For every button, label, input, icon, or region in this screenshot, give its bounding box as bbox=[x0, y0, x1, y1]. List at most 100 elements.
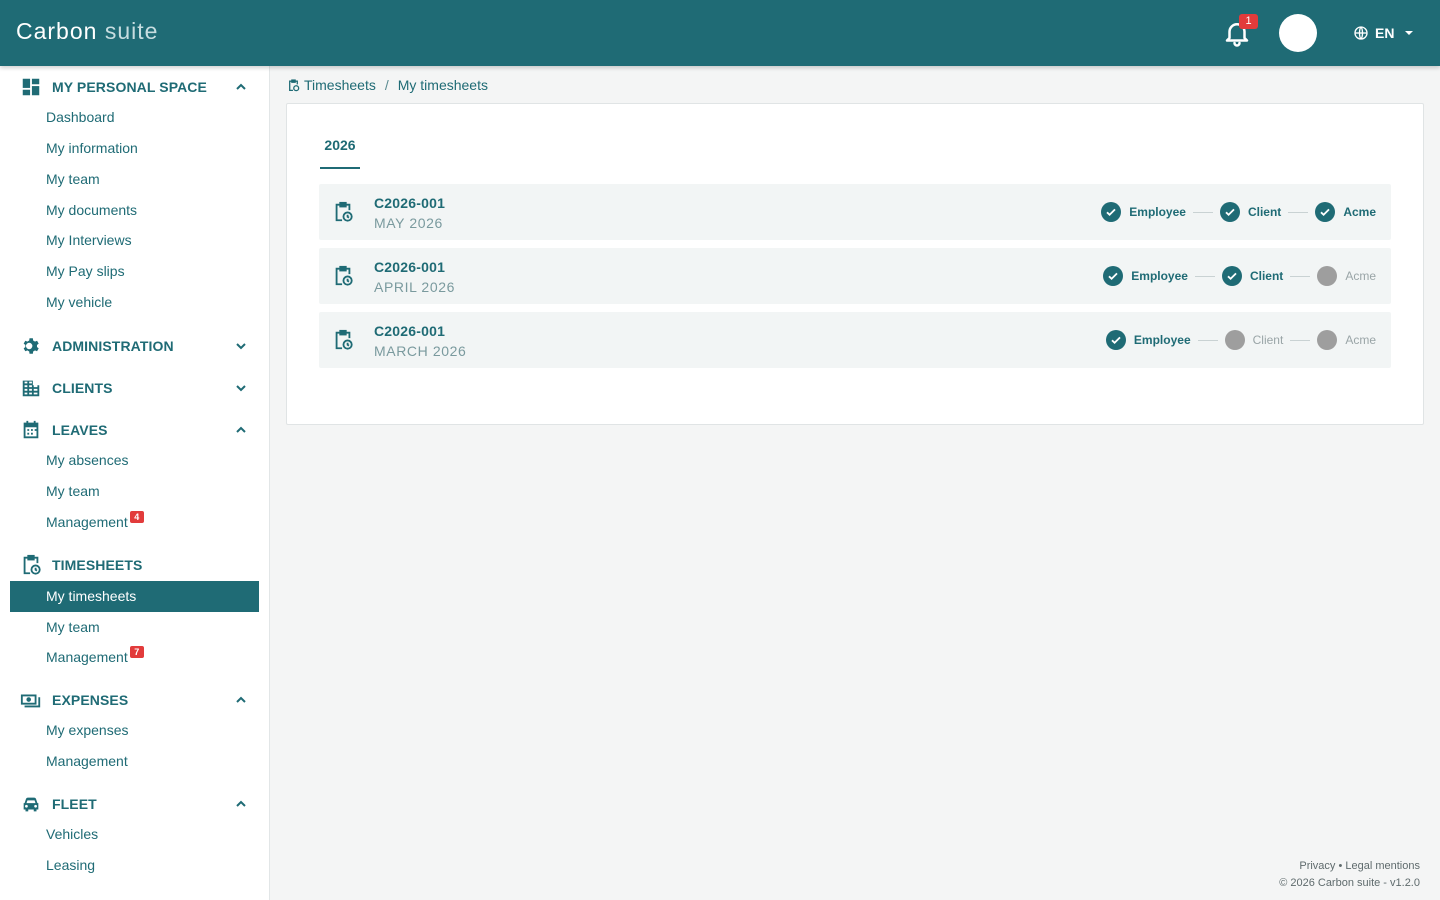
step-acme: Acme bbox=[1315, 202, 1376, 222]
top-app-bar: Carbon suite 1 EN bbox=[0, 0, 1440, 66]
step-label: Acme bbox=[1343, 205, 1376, 219]
timesheet-row[interactable]: C2026-001 APRIL 2026 Employee Client Acm… bbox=[319, 248, 1391, 304]
gear-icon bbox=[23, 338, 39, 354]
count-badge: 4 bbox=[129, 511, 144, 523]
step-employee: Employee bbox=[1101, 202, 1186, 222]
step-client: Client bbox=[1224, 330, 1284, 350]
brand-name: Carbon bbox=[16, 18, 98, 44]
step-connector bbox=[1290, 275, 1311, 277]
section-header-fleet[interactable]: FLEET bbox=[20, 792, 250, 816]
sidebar-item-dashboard[interactable]: Dashboard bbox=[10, 102, 259, 133]
sidebar-item-leaves-my-team[interactable]: My team bbox=[10, 476, 259, 507]
building-icon bbox=[22, 380, 40, 397]
sidebar-item-timesheets-my-team[interactable]: My team bbox=[10, 612, 259, 643]
brand-logo[interactable]: Carbon suite bbox=[16, 18, 158, 45]
sidebar-item-my-team[interactable]: My team bbox=[10, 164, 259, 195]
sidebar-item-my-absences[interactable]: My absences bbox=[10, 445, 259, 476]
section-header-my-personal-space[interactable]: MY PERSONAL SPACE bbox=[20, 75, 250, 99]
step-connector bbox=[1288, 211, 1309, 213]
chevron-up-icon bbox=[236, 426, 246, 433]
section-title: CLIENTS bbox=[52, 380, 113, 396]
sidebar-item-my-interviews[interactable]: My Interviews bbox=[10, 225, 259, 256]
notification-badge: 1 bbox=[1239, 14, 1258, 29]
brand-suffix: suite bbox=[97, 18, 159, 44]
sidebar-item-my-vehicle[interactable]: My vehicle bbox=[10, 287, 259, 318]
sidebar-item-leaves-management[interactable]: Management 4 bbox=[10, 507, 259, 538]
step-connector bbox=[1290, 339, 1311, 341]
clipboard-clock-icon bbox=[23, 554, 41, 575]
pending-dot-icon bbox=[1317, 266, 1338, 286]
footer-links[interactable]: Privacy • Legal mentions bbox=[1279, 858, 1420, 875]
step-label: Client bbox=[1247, 205, 1282, 219]
sidebar-item-my-pay-slips[interactable]: My Pay slips bbox=[10, 256, 259, 287]
count-badge: 7 bbox=[129, 646, 144, 658]
sidebar-item-my-expenses[interactable]: My expenses bbox=[10, 715, 259, 746]
step-label: Acme bbox=[1345, 269, 1376, 283]
check-icon bbox=[1105, 330, 1126, 350]
section-header-clients[interactable]: CLIENTS bbox=[20, 376, 250, 400]
footer-copyright: © 2026 Carbon suite - v1.2.0 bbox=[1279, 877, 1420, 889]
globe-icon bbox=[1354, 26, 1368, 40]
sidebar-item-expenses-management[interactable]: Management bbox=[10, 746, 259, 777]
section-header-expenses[interactable]: EXPENSES bbox=[20, 688, 250, 712]
section-title: EXPENSES bbox=[52, 692, 129, 708]
timesheet-period: APRIL 2026 bbox=[374, 279, 455, 295]
pending-dot-icon bbox=[1224, 330, 1245, 350]
step-employee: Employee bbox=[1105, 330, 1191, 350]
step-label: Employee bbox=[1133, 333, 1191, 347]
breadcrumb-separator: / bbox=[384, 77, 389, 93]
step-acme: Acme bbox=[1317, 266, 1376, 286]
step-client: Client bbox=[1219, 202, 1282, 222]
section-title: FLEET bbox=[52, 796, 97, 812]
sidebar-item-my-information[interactable]: My information bbox=[10, 133, 259, 164]
step-acme: Acme bbox=[1317, 330, 1376, 350]
clipboard-clock-icon bbox=[289, 78, 300, 91]
section-header-leaves[interactable]: LEAVES bbox=[20, 418, 250, 442]
section-header-administration[interactable]: ADMINISTRATION bbox=[20, 334, 250, 358]
approval-steps: Employee Client Acme bbox=[1103, 266, 1376, 286]
timesheet-row[interactable]: C2026-001 MAY 2026 Employee Client Acme bbox=[319, 184, 1391, 240]
step-label: Employee bbox=[1129, 205, 1186, 219]
check-icon bbox=[1103, 266, 1124, 286]
step-employee: Employee bbox=[1103, 266, 1188, 286]
dashboard-icon bbox=[22, 78, 40, 96]
breadcrumb-current: My timesheets bbox=[397, 77, 488, 93]
section-header-timesheets[interactable]: TIMESHEETS bbox=[20, 553, 250, 577]
timesheet-code: C2026-001 bbox=[374, 195, 446, 211]
step-label: Employee bbox=[1131, 269, 1188, 283]
tab-2026[interactable]: 2026 bbox=[320, 137, 360, 169]
check-icon bbox=[1101, 202, 1122, 222]
step-label: Client bbox=[1249, 269, 1284, 283]
check-icon bbox=[1315, 202, 1336, 222]
step-connector bbox=[1197, 339, 1218, 341]
check-icon bbox=[1219, 202, 1240, 222]
chevron-up-icon bbox=[236, 696, 246, 703]
sidebar-item-vehicles[interactable]: Vehicles bbox=[10, 819, 259, 850]
step-label: Client bbox=[1252, 333, 1284, 347]
clipboard-clock-icon bbox=[335, 329, 353, 350]
sidebar: MY PERSONAL SPACE Dashboard My informati… bbox=[0, 66, 270, 900]
calendar-icon bbox=[23, 420, 39, 439]
sidebar-item-leasing[interactable]: Leasing bbox=[10, 850, 259, 881]
section-title: MY PERSONAL SPACE bbox=[52, 79, 207, 95]
chevron-up-icon bbox=[236, 83, 246, 90]
step-client: Client bbox=[1221, 266, 1284, 286]
step-connector bbox=[1192, 211, 1213, 213]
sidebar-item-my-documents[interactable]: My documents bbox=[10, 195, 259, 226]
clipboard-clock-icon bbox=[335, 265, 353, 286]
step-connector bbox=[1194, 275, 1215, 277]
timesheet-row[interactable]: C2026-001 MARCH 2026 Employee Client Acm… bbox=[319, 312, 1391, 368]
approval-steps: Employee Client Acme bbox=[1101, 202, 1376, 222]
language-selector[interactable]: EN bbox=[1353, 24, 1414, 42]
sidebar-item-timesheets-management[interactable]: Management 7 bbox=[10, 642, 259, 673]
approval-steps: Employee Client Acme bbox=[1105, 330, 1376, 350]
timesheet-code: C2026-001 bbox=[374, 323, 446, 339]
avatar[interactable] bbox=[1279, 14, 1317, 52]
section-title: ADMINISTRATION bbox=[52, 338, 174, 354]
section-title: TIMESHEETS bbox=[52, 557, 143, 573]
chevron-down-icon bbox=[236, 343, 246, 350]
sidebar-item-my-timesheets[interactable]: My timesheets bbox=[10, 581, 259, 612]
timesheet-period: MARCH 2026 bbox=[374, 343, 467, 359]
breadcrumb-root-link[interactable]: Timesheets bbox=[304, 77, 376, 93]
section-title: LEAVES bbox=[52, 422, 108, 438]
